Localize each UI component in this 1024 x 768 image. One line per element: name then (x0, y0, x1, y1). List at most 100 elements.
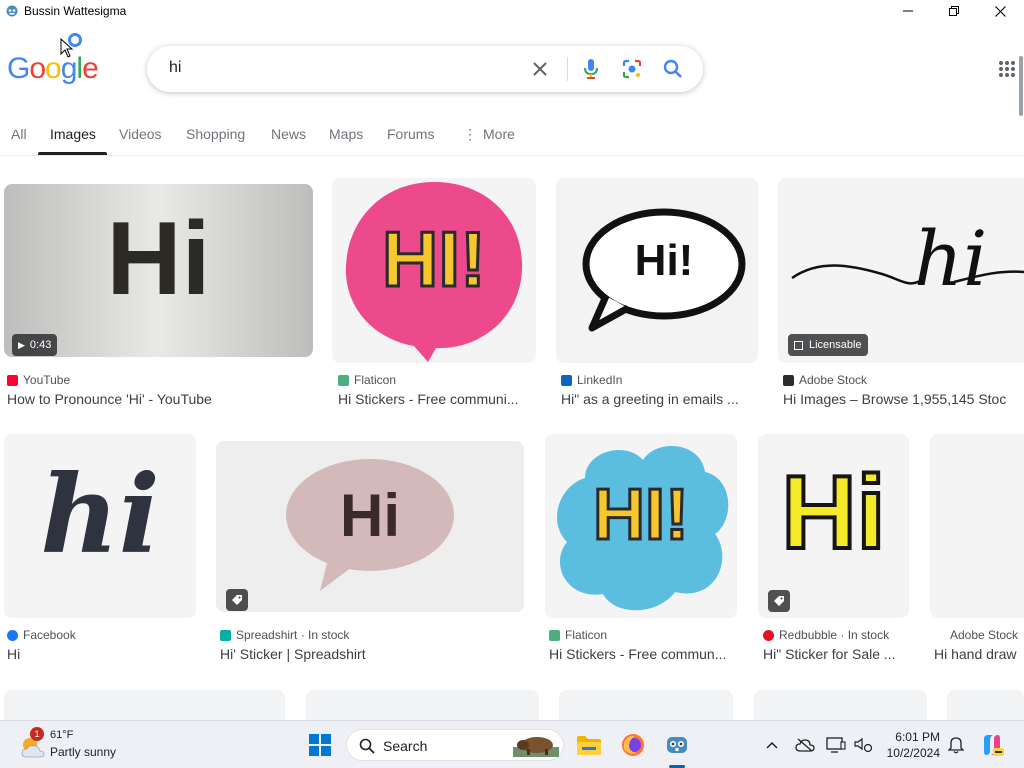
close-window-button[interactable] (977, 0, 1023, 22)
result-thumbnail[interactable]: HI! (332, 178, 536, 363)
result-thumbnail[interactable] (930, 434, 1024, 618)
search-highlight-bison-icon (513, 737, 559, 757)
tab-maps[interactable]: Maps (329, 126, 363, 142)
tab-forums[interactable]: Forums (387, 126, 434, 142)
onedrive-button[interactable] (791, 731, 819, 759)
close-icon (533, 62, 547, 76)
logo-letter: o (29, 52, 46, 85)
result-thumbnail[interactable]: Hi ▶ 0:43 (4, 184, 313, 357)
network-button[interactable] (822, 731, 850, 759)
result-source[interactable]: LinkedIn (561, 373, 622, 387)
result-thumbnail[interactable] (947, 690, 1024, 720)
result-thumbnail[interactable]: hi Licensable (778, 178, 1024, 363)
tab-shopping[interactable]: Shopping (186, 126, 245, 142)
lens-search-button[interactable] (620, 57, 644, 81)
result-source[interactable]: Facebook (7, 628, 76, 642)
source-name: Facebook (23, 628, 76, 642)
more-vert-icon: ⋮ (463, 126, 477, 142)
result-thumbnail[interactable] (4, 690, 285, 720)
thumbnail-text: Hi! (634, 236, 694, 285)
source-name: Adobe Stock (950, 628, 1019, 642)
source-name: Redbubble · In stock (779, 628, 890, 642)
google-logo[interactable]: Google (7, 52, 99, 86)
result-thumbnail[interactable] (559, 690, 733, 720)
minimize-icon (903, 10, 913, 12)
adobe-stock-icon (783, 374, 794, 386)
volume-button[interactable] (849, 731, 877, 759)
result-thumbnail[interactable] (754, 690, 927, 720)
redbubble-icon (763, 629, 774, 641)
taskbar-search-label: Search (383, 738, 428, 754)
clear-search-button[interactable] (528, 57, 552, 81)
show-hidden-icons-button[interactable] (758, 731, 786, 759)
voice-search-button[interactable] (579, 57, 603, 81)
thumbnail-text: Hi (340, 482, 400, 549)
weather-temp: 61°F (50, 729, 74, 741)
flaticon-icon (549, 629, 560, 641)
google-apps-grid-icon[interactable] (998, 60, 1016, 78)
result-source[interactable]: YouTube (7, 373, 70, 387)
result-title[interactable]: Hi" Sticker for Sale ... (763, 646, 911, 662)
cloud-offline-icon (795, 738, 815, 752)
result-source[interactable]: Adobe Stock (950, 628, 1018, 642)
duration-text: 0:43 (29, 339, 52, 351)
app-gear-icon (6, 5, 18, 17)
licensable-badge: Licensable (788, 334, 868, 356)
page-scrollbar[interactable] (1019, 56, 1023, 116)
tab-more[interactable]: ⋮ More (463, 126, 515, 143)
godot-app-button[interactable] (663, 731, 691, 759)
result-title[interactable]: How to Pronounce 'Hi' - YouTube (7, 391, 307, 407)
youtube-icon (7, 374, 18, 386)
file-explorer-button[interactable] (575, 731, 603, 759)
taskbar-search[interactable]: Search (346, 729, 564, 761)
search-box[interactable]: hi (147, 46, 703, 92)
search-submit-button[interactable] (661, 57, 685, 81)
firefox-icon (622, 734, 644, 756)
window-title: Bussin Wattesigma (24, 4, 127, 18)
notifications-button[interactable] (942, 731, 970, 759)
result-thumbnail[interactable]: hi (4, 434, 196, 618)
taskbar-clock[interactable]: 6:01 PM 10/2/2024 (884, 729, 940, 761)
result-title[interactable]: Hi Stickers - Free communi... (338, 391, 530, 407)
result-title[interactable]: Hi' Sticker | Spreadshirt (220, 646, 520, 662)
start-button[interactable] (306, 731, 334, 759)
result-thumbnail[interactable]: Hi (758, 434, 909, 618)
clock-time: 6:01 PM (895, 730, 940, 744)
result-title[interactable]: Hi Stickers - Free commun... (549, 646, 735, 662)
tag-icon (232, 595, 242, 605)
monitor-network-icon (826, 737, 846, 753)
result-source[interactable]: Adobe Stock (783, 373, 867, 387)
tab-images[interactable]: Images (50, 126, 96, 142)
tab-all[interactable]: All (11, 126, 27, 142)
source-name: Spreadshirt · In stock (236, 628, 350, 642)
minimize-button[interactable] (885, 0, 931, 22)
weather-condition: Partly sunny (50, 745, 117, 759)
result-source[interactable]: Flaticon (338, 373, 396, 387)
result-thumbnail[interactable]: Hi (216, 441, 524, 612)
result-title[interactable]: Hi" as a greeting in emails ... (561, 391, 753, 407)
logo-letter: e (82, 52, 99, 85)
result-source[interactable]: Spreadshirt · In stock (220, 628, 349, 642)
result-title[interactable]: Hi Images – Browse 1,955,145 Stoc (783, 391, 1020, 407)
video-duration-badge: ▶ 0:43 (12, 334, 58, 356)
firefox-button[interactable] (619, 731, 647, 759)
tab-videos[interactable]: Videos (119, 126, 162, 142)
result-source[interactable]: Redbubble · In stock (763, 628, 889, 642)
weather-widget[interactable]: 1 61°F Partly sunny (18, 727, 138, 763)
result-title[interactable]: Hi (7, 646, 192, 662)
search-input[interactable]: hi (169, 59, 181, 77)
copilot-button[interactable] (978, 731, 1006, 759)
result-thumbnail[interactable]: Hi! (556, 178, 758, 363)
tab-news[interactable]: News (271, 126, 306, 142)
tag-icon (774, 596, 784, 606)
screen: Bussin Wattesigma Google hi All Images V… (0, 0, 1024, 768)
logo-letter: G (7, 52, 30, 85)
result-thumbnail[interactable]: HI! (545, 434, 737, 618)
result-thumbnail[interactable] (306, 690, 539, 720)
restore-button[interactable] (931, 0, 977, 22)
copilot-pre-icon (984, 735, 1004, 756)
image-icon (794, 340, 803, 350)
result-source[interactable]: Flaticon (549, 628, 607, 642)
shopping-tag-badge (226, 589, 248, 611)
result-title[interactable]: Hi hand draw (934, 646, 1022, 662)
